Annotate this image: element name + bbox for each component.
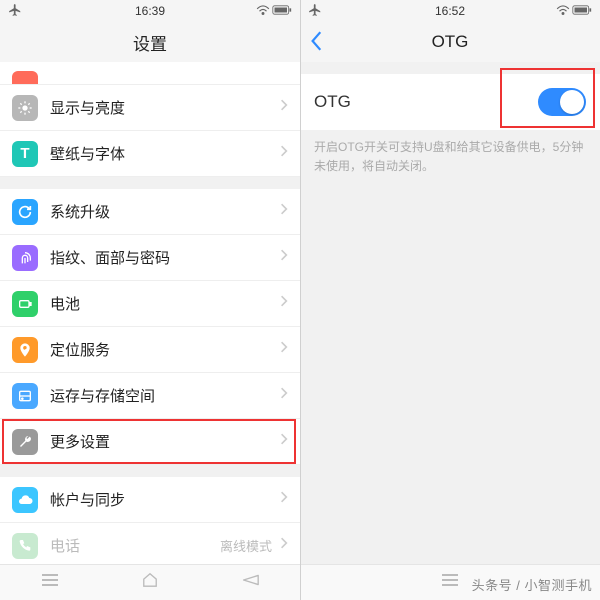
chevron-right-icon — [280, 248, 288, 267]
chevron-right-icon — [280, 432, 288, 451]
row-label: 指纹、面部与密码 — [50, 247, 280, 268]
airplane-icon — [8, 3, 22, 20]
chevron-right-icon — [280, 340, 288, 359]
finger-icon — [12, 245, 38, 271]
cloud-icon — [12, 487, 38, 513]
settings-row-more[interactable]: 更多设置 — [0, 419, 300, 465]
chevron-right-icon — [280, 202, 288, 221]
settings-row-account[interactable]: 帐户与同步 — [0, 477, 300, 523]
status-time: 16:52 — [300, 4, 600, 18]
settings-row-update[interactable]: 系统升级 — [0, 189, 300, 235]
toggle-knob — [560, 90, 584, 114]
settings-row-display[interactable]: 显示与亮度 — [0, 85, 300, 131]
settings-row-storage[interactable]: 运存与存储空间 — [0, 373, 300, 419]
row-label: 电池 — [50, 293, 280, 314]
chevron-right-icon — [280, 294, 288, 313]
settings-row-wallpaper[interactable]: T 壁纸与字体 — [0, 131, 300, 177]
row-label: 显示与亮度 — [50, 97, 280, 118]
status-bar: 16:52 — [300, 0, 600, 22]
wrench-icon — [12, 429, 38, 455]
status-time: 16:39 — [0, 4, 300, 18]
nav-menu-icon[interactable] — [40, 573, 60, 592]
disk-icon — [12, 383, 38, 409]
settings-screen: 16:39 设置 显示与亮度 T 壁纸与字体系统升级指纹、面部与密码电池定位服务运存… — [0, 0, 300, 600]
T-icon: T — [12, 141, 38, 167]
airplane-icon — [308, 3, 322, 20]
nav-back-icon[interactable] — [240, 573, 260, 592]
back-button[interactable] — [310, 30, 334, 54]
settings-row-phone[interactable]: 电话离线模式 — [0, 523, 300, 569]
otg-description: 开启OTG开关可支持U盘和给其它设备供电，5分钟未使用，将自动关闭。 — [300, 130, 600, 176]
row-label: 壁纸与字体 — [50, 143, 280, 164]
nav-menu-icon[interactable] — [440, 573, 460, 592]
sun-icon — [12, 95, 38, 121]
chevron-right-icon — [280, 536, 288, 555]
battery-icon — [12, 291, 38, 317]
settings-row-location[interactable]: 定位服务 — [0, 327, 300, 373]
screen-divider — [300, 0, 301, 600]
settings-row-biometric[interactable]: 指纹、面部与密码 — [0, 235, 300, 281]
settings-row-battery[interactable]: 电池 — [0, 281, 300, 327]
refresh-icon — [12, 199, 38, 225]
page-title: 设置 — [0, 22, 300, 62]
battery-icon — [272, 4, 292, 18]
wifi-icon — [256, 4, 270, 19]
row-label: 帐户与同步 — [50, 489, 280, 510]
row-label: 电话 — [50, 535, 220, 556]
row-label: 系统升级 — [50, 201, 280, 222]
otg-toggle[interactable] — [538, 88, 586, 116]
chevron-right-icon — [280, 386, 288, 405]
chevron-right-icon — [280, 144, 288, 163]
otg-toggle-row[interactable]: OTG — [300, 74, 600, 130]
row-label: 运存与存储空间 — [50, 385, 280, 406]
chevron-right-icon — [280, 98, 288, 117]
row-subtext: 离线模式 — [220, 536, 272, 555]
otg-label: OTG — [314, 92, 351, 112]
battery-icon — [572, 4, 592, 18]
phone-icon — [12, 533, 38, 559]
pin-icon — [12, 337, 38, 363]
otg-screen: 16:52 OTG OTG 开启OTG开关可支持U — [300, 0, 600, 600]
watermark: 头条号 / 小智测手机 — [472, 575, 592, 594]
page-title: OTG — [300, 22, 600, 62]
status-bar: 16:39 — [0, 0, 300, 22]
wifi-icon — [556, 4, 570, 19]
chevron-right-icon — [280, 490, 288, 509]
nav-bar — [0, 564, 300, 600]
row-label: 更多设置 — [50, 431, 280, 452]
row-label: 定位服务 — [50, 339, 280, 360]
settings-list: 显示与亮度 T 壁纸与字体系统升级指纹、面部与密码电池定位服务运存与存储空间更多设置… — [0, 62, 300, 600]
nav-home-icon[interactable] — [141, 572, 159, 593]
